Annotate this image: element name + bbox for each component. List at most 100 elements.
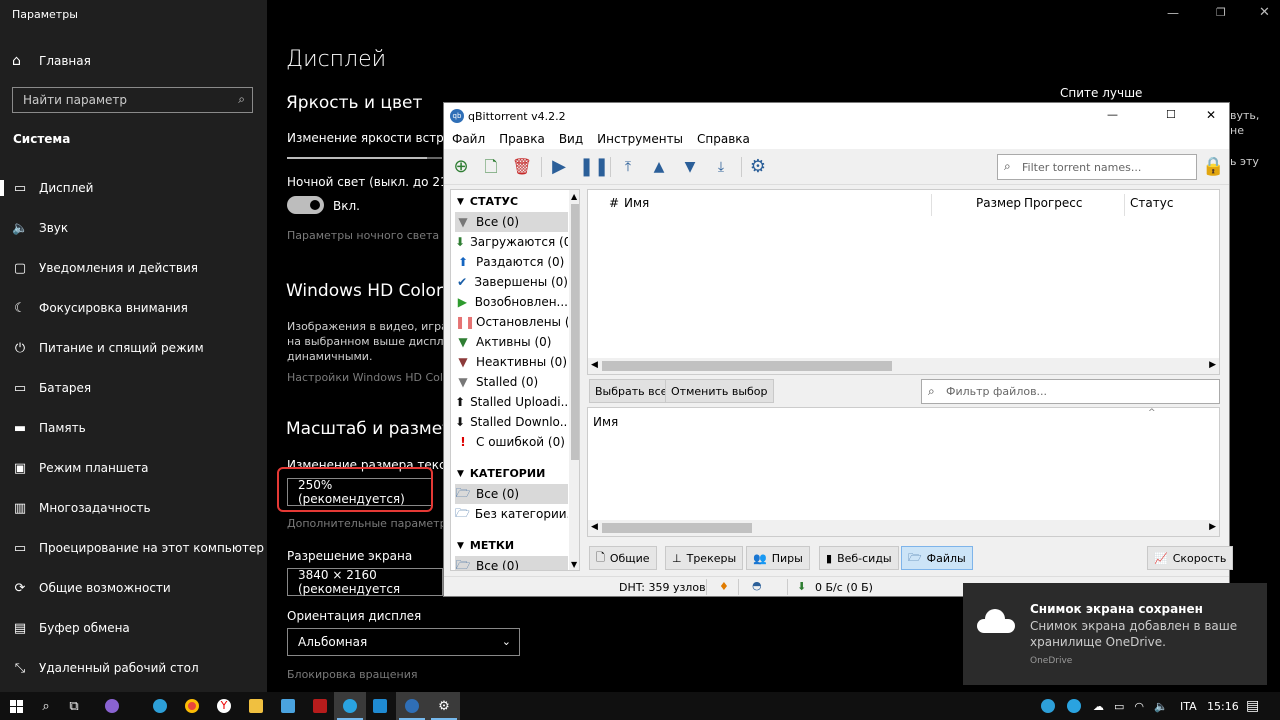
telegram-icon[interactable] (334, 692, 366, 720)
orientation-dropdown[interactable]: Альбомная ⌄ (287, 628, 520, 656)
sidebar-item-multitask[interactable]: ▥ Многозадачность (0, 488, 267, 528)
language-indicator[interactable]: ITA (1180, 692, 1197, 720)
delete-icon[interactable]: 🗑 (511, 156, 533, 178)
maximize-icon[interactable]: ☐ (1166, 108, 1176, 121)
yandex-browser-icon[interactable]: Y (208, 692, 240, 720)
sidebar-item-power[interactable]: ⏻ Питание и спящий режим (0, 328, 267, 368)
clock[interactable]: 15:16 (1207, 692, 1239, 720)
tab-general[interactable]: 🗋 Общие (589, 546, 657, 570)
torrent-list[interactable]: # Имя Размер Прогресс Статус ◀ ▶ (587, 189, 1220, 375)
content-files-tree[interactable]: Имя ^ ◀ ▶ (587, 407, 1220, 537)
status-filter-item[interactable]: ✔ Завершены (0) (455, 272, 568, 292)
pause-icon[interactable]: ❚❚ (579, 156, 609, 178)
sidebar-item-project[interactable]: ▭ Проецирование на этот компьютер (0, 528, 267, 568)
files-column-name[interactable]: Имя (593, 415, 618, 429)
tag-all[interactable]: 🗁 Все (0) (455, 556, 568, 570)
scroll-right-icon[interactable]: ▶ (1209, 522, 1216, 532)
scroll-right-icon[interactable]: ▶ (1209, 360, 1216, 370)
move-bottom-icon[interactable]: ⤓ (710, 156, 732, 178)
scroll-left-icon[interactable]: ◀ (591, 522, 598, 532)
sidebar-item-speaker[interactable]: 🔈 Звук (0, 208, 267, 248)
sidebar-item-storage[interactable]: ▬ Память (0, 408, 267, 448)
sidebar-item-battery[interactable]: ▭ Батарея (0, 368, 267, 408)
menu-file[interactable]: Файл (452, 132, 485, 146)
column-progress[interactable]: Прогресс (1024, 196, 1082, 210)
sidebar-item-clipboard[interactable]: ▤ Буфер обмена (0, 608, 267, 648)
cortana-icon[interactable] (96, 692, 128, 720)
sidebar-scrollbar[interactable]: ▲ ▼ (569, 190, 579, 570)
sidebar-item-remote[interactable]: ⤡ Удаленный рабочий стол (0, 648, 267, 688)
connection-status-icon[interactable]: ♦ (719, 580, 729, 593)
category-uncategorized[interactable]: 🗁 Без категории... (455, 504, 568, 524)
status-section-header[interactable]: ▼ СТАТУС (457, 195, 518, 208)
deselect-button[interactable]: Отменить выбор (665, 379, 774, 403)
close-icon[interactable]: ✕ (1259, 5, 1270, 20)
tab-files[interactable]: 🗁 Файлы (901, 546, 973, 570)
brightness-slider[interactable] (287, 157, 442, 159)
categories-section-header[interactable]: ▼ КАТЕГОРИИ (457, 467, 545, 480)
scroll-up-icon[interactable]: ▲ (571, 192, 577, 201)
toast-notification[interactable]: Снимок экрана сохранен Снимок экрана доб… (963, 583, 1267, 685)
action-center-icon[interactable]: ▤ (1246, 692, 1259, 720)
edge-icon[interactable] (144, 692, 176, 720)
status-filter-item[interactable]: ⬆ Раздаются (0) (455, 252, 568, 272)
move-down-icon[interactable]: ▼ (679, 156, 701, 178)
status-filter-item[interactable]: ▼ Неактивны (0) (455, 352, 568, 372)
tags-section-header[interactable]: ▼ МЕТКИ (457, 539, 514, 552)
torrent-filter-input[interactable]: ⌕ Filter torrent names... (997, 154, 1197, 180)
app-icon[interactable] (272, 692, 304, 720)
move-top-icon[interactable]: ⤒ (617, 156, 639, 178)
telegram-tray-icon[interactable] (1067, 699, 1081, 713)
menu-tools[interactable]: Инструменты (597, 132, 683, 146)
column-status[interactable]: Статус (1130, 196, 1173, 210)
scrollbar-thumb[interactable] (602, 523, 752, 533)
resume-icon[interactable]: ▶ (548, 156, 570, 178)
tray-icons[interactable]: ☁ ▭ ◠ 🔈 (1041, 692, 1178, 720)
settings-search-input[interactable]: Найти параметр ⌕ (12, 87, 253, 113)
start-windows-icon[interactable] (0, 692, 32, 720)
qbittorrent-taskbar-icon[interactable] (396, 692, 428, 720)
battery-icon[interactable]: ▭ (1114, 700, 1124, 713)
maximize-icon[interactable]: ❐ (1216, 6, 1226, 19)
add-file-icon[interactable]: 🗋 (480, 156, 502, 178)
status-filter-item[interactable]: ⬆ Stalled Uploadi... (455, 392, 568, 412)
sidebar-item-moon[interactable]: ☾ Фокусировка внимания (0, 288, 267, 328)
sidebar-item-notification[interactable]: ▢ Уведомления и действия (0, 248, 267, 288)
status-filter-item[interactable]: ▼ Stalled (0) (455, 372, 568, 392)
sidebar-item-shared[interactable]: ⟳ Общие возможности (0, 568, 267, 608)
volume-icon[interactable]: 🔈 (1154, 700, 1168, 713)
gear-icon[interactable]: ⚙ (747, 156, 769, 178)
file-filter-input[interactable]: ⌕ Фильтр файлов... (921, 379, 1220, 404)
column-name[interactable]: Имя (624, 196, 649, 210)
status-filter-item[interactable]: ▶ Возобновлен... (455, 292, 568, 312)
sidebar-item-tablet[interactable]: ▣ Режим планшета (0, 448, 267, 488)
column-size[interactable]: Размер (976, 196, 1021, 210)
vscode-icon[interactable] (364, 692, 396, 720)
task-view-icon[interactable]: ⧉ (58, 692, 90, 720)
speed-limit-icon[interactable]: ◓ (752, 579, 762, 592)
sidebar-item-display[interactable]: ▭ Дисплей (0, 168, 267, 208)
lock-icon[interactable]: 🔒 (1202, 156, 1224, 178)
night-light-settings-link[interactable]: Параметры ночного света (287, 229, 439, 242)
status-filter-item[interactable]: ⬇ Stalled Downlo... (455, 412, 568, 432)
menu-help[interactable]: Справка (697, 132, 750, 146)
status-filter-item[interactable]: ⬇ Загружаются (0) (455, 232, 568, 252)
tab-webseeds[interactable]: ▮ Веб-сиды (819, 546, 899, 570)
minimize-icon[interactable]: — (1167, 6, 1179, 20)
tab-trackers[interactable]: ⊥ Трекеры (665, 546, 744, 570)
home-link[interactable]: ⌂ Главная (12, 52, 91, 70)
status-filter-item[interactable]: ❚❚Остановлены (... (455, 312, 568, 332)
status-filter-item[interactable]: ▼ Активны (0) (455, 332, 568, 352)
column-index[interactable]: # (609, 196, 619, 210)
settings-taskbar-icon[interactable]: ⚙ (428, 692, 460, 720)
status-filter-item[interactable]: ▼ Все (0) (455, 212, 568, 232)
files-horizontal-scrollbar[interactable]: ◀ ▶ (588, 520, 1219, 536)
chrome-icon[interactable] (176, 692, 208, 720)
tab-speed[interactable]: 📈 Скорость (1147, 546, 1234, 570)
scroll-down-icon[interactable]: ▼ (571, 560, 577, 569)
tab-peers[interactable]: 👥 Пиры (746, 546, 810, 570)
move-up-icon[interactable]: ▲ (648, 156, 670, 178)
select-all-button[interactable]: Выбрать все (589, 379, 674, 403)
scrollbar-thumb[interactable] (571, 204, 579, 460)
add-link-icon[interactable]: ⊕ (450, 156, 472, 178)
